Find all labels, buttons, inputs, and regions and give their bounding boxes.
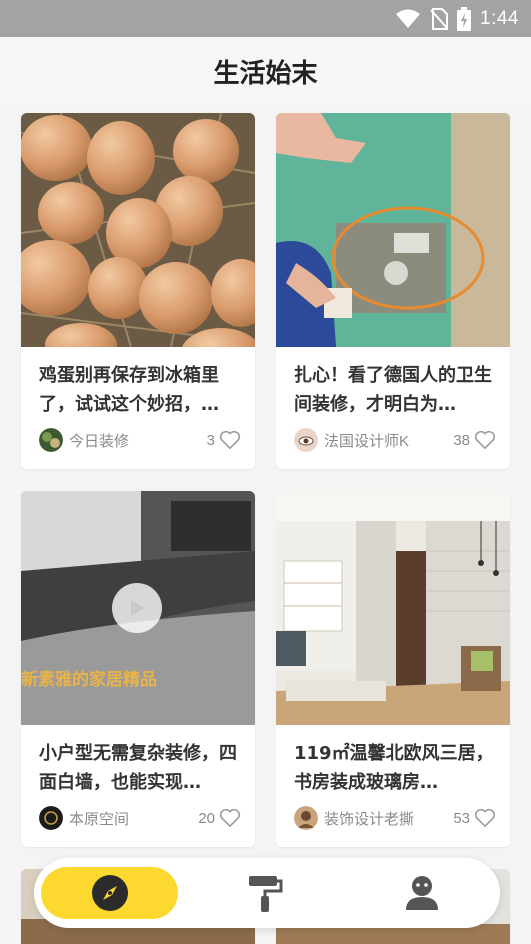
heart-icon[interactable] [219, 808, 241, 828]
status-time: 1:44 [480, 7, 519, 29]
author-name[interactable]: 今日装修 [69, 430, 207, 451]
heart-icon[interactable] [474, 430, 496, 450]
avatar[interactable] [39, 806, 63, 830]
heart-icon[interactable] [474, 808, 496, 828]
video-thumbnail[interactable]: 新素雅的家居精品 [21, 491, 255, 725]
like-count: 53 [453, 809, 470, 827]
article-meta: 今日装修 3 [39, 427, 241, 453]
article-meta: 本原空间 20 [39, 805, 241, 831]
paint-roller-icon [249, 876, 283, 912]
compass-icon [91, 875, 128, 911]
nav-item-decorate[interactable] [229, 858, 301, 928]
play-icon [131, 600, 144, 616]
author-name[interactable]: 法国设计师K [324, 430, 453, 451]
heart-icon[interactable] [219, 430, 241, 450]
author-name[interactable]: 本原空间 [69, 808, 198, 829]
article-title[interactable]: 扎心！看了德国人的卫生间装修，才明白为… [294, 361, 496, 419]
article-card[interactable]: 鸡蛋别再保存到冰箱里了，试试这个妙招，… 今日装修 3 [21, 113, 255, 469]
article-card[interactable]: 新素雅的家居精品 小户型无需复杂装修，四面白墙，也能实现… 本原空间 20 [21, 491, 255, 847]
article-title[interactable]: 小户型无需复杂装修，四面白墙，也能实现… [39, 739, 241, 797]
author-name[interactable]: 装饰设计老撕 [324, 808, 453, 829]
wifi-icon [396, 9, 421, 28]
play-button[interactable] [112, 583, 162, 633]
avatar[interactable] [294, 428, 318, 452]
article-title[interactable]: 鸡蛋别再保存到冰箱里了，试试这个妙招，… [39, 361, 241, 419]
article-feed[interactable]: 鸡蛋别再保存到冰箱里了，试试这个妙招，… 今日装修 3 扎心！看了德国人的卫生间… [0, 105, 531, 944]
eggs-photo[interactable] [21, 113, 255, 347]
battery-charging-icon [457, 6, 472, 31]
like-count: 38 [453, 431, 470, 449]
article-card[interactable]: 扎心！看了德国人的卫生间装修，才明白为… 法国设计师K 38 [276, 113, 510, 469]
like-count: 20 [198, 809, 215, 827]
nav-item-discover[interactable] [41, 867, 178, 919]
status-bar: 1:44 [0, 0, 531, 37]
avatar[interactable] [294, 806, 318, 830]
article-meta: 装饰设计老撕 53 [294, 805, 496, 831]
nav-item-profile[interactable] [386, 858, 458, 928]
video-overlay-caption: 新素雅的家居精品 [21, 670, 157, 690]
user-icon [406, 876, 438, 910]
page-title: 生活始末 [213, 59, 318, 89]
bottom-navigation [34, 858, 500, 928]
article-card[interactable]: 119㎡温馨北欧风三居，书房装成玻璃房… 装饰设计老撕 53 [276, 491, 510, 847]
nordic-interior-photo[interactable] [276, 491, 510, 725]
status-icons: 1:44 [395, 0, 519, 37]
article-title[interactable]: 119㎡温馨北欧风三居，书房装成玻璃房… [294, 739, 496, 797]
article-meta: 法国设计师K 38 [294, 427, 496, 453]
app-header: 生活始末 [0, 37, 531, 105]
like-count: 3 [206, 431, 215, 449]
avatar[interactable] [39, 428, 63, 452]
no-sim-icon [430, 7, 449, 30]
bathroom-wall-photo[interactable] [276, 113, 510, 347]
